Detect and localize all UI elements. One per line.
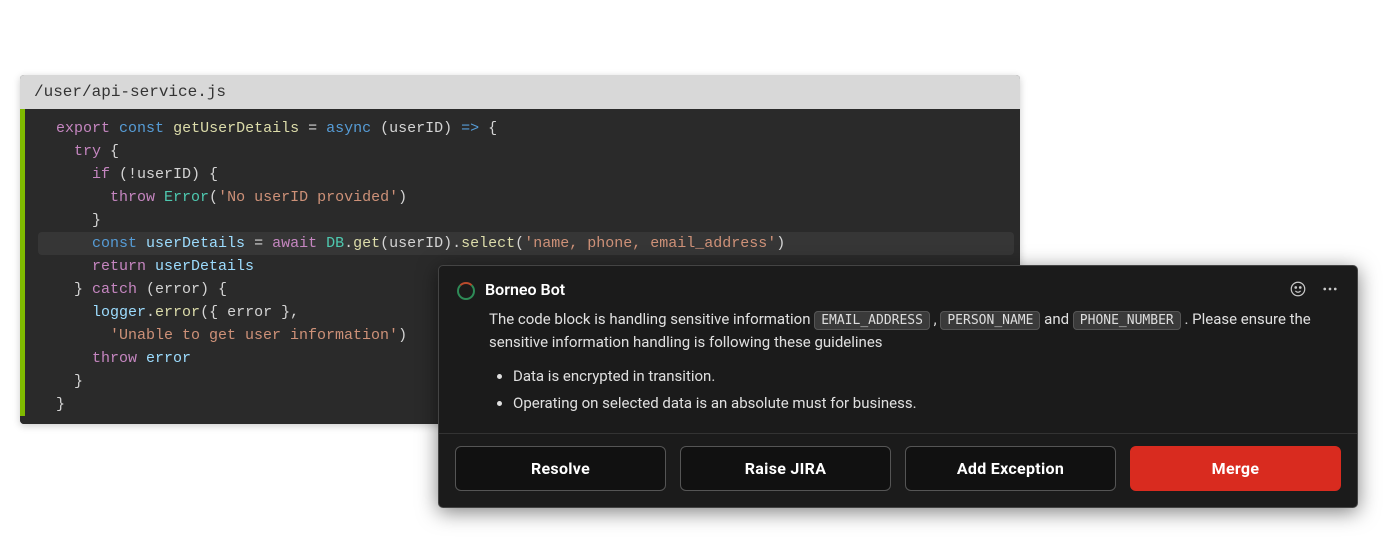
bot-action-bar: Resolve Raise JIRA Add Exception Merge <box>439 433 1357 507</box>
bot-name: Borneo Bot <box>485 280 565 299</box>
add-exception-button[interactable]: Add Exception <box>905 446 1116 491</box>
code-line[interactable]: throw Error('No userID provided') <box>32 186 1020 209</box>
guideline-item: Data is encrypted in transition. <box>513 365 1335 388</box>
sensitive-tag-phone: PHONE_NUMBER <box>1073 311 1181 330</box>
spinner-icon <box>457 282 475 300</box>
code-line-highlighted[interactable]: const userDetails = await DB.get(userID)… <box>38 232 1014 255</box>
file-path-tab[interactable]: /user/api-service.js <box>20 75 1020 109</box>
sensitive-tag-email: EMAIL_ADDRESS <box>814 311 930 330</box>
resolve-button[interactable]: Resolve <box>455 446 666 491</box>
more-options-icon[interactable] <box>1321 280 1339 298</box>
diff-added-stripe <box>20 109 25 416</box>
code-line[interactable]: export const getUserDetails = async (use… <box>32 117 1020 140</box>
emoji-reaction-icon[interactable] <box>1289 280 1307 298</box>
sensitive-tag-person: PERSON_NAME <box>940 311 1040 330</box>
bot-toolbar <box>1289 280 1339 298</box>
bot-message-body: The code block is handling sensitive inf… <box>439 300 1357 433</box>
guideline-item: Operating on selected data is an absolut… <box>513 392 1335 415</box>
bot-comment-panel: Borneo Bot The code block is handling se… <box>438 265 1358 508</box>
merge-button[interactable]: Merge <box>1130 446 1341 491</box>
code-line[interactable]: if (!userID) { <box>32 163 1020 186</box>
raise-jira-button[interactable]: Raise JIRA <box>680 446 891 491</box>
code-line[interactable]: try { <box>32 140 1020 163</box>
bot-msg-text: The code block is handling sensitive inf… <box>489 310 814 328</box>
code-line[interactable]: } <box>32 209 1020 232</box>
guideline-list: Data is encrypted in transition. Operati… <box>513 365 1335 416</box>
bot-header: Borneo Bot <box>439 266 1357 300</box>
